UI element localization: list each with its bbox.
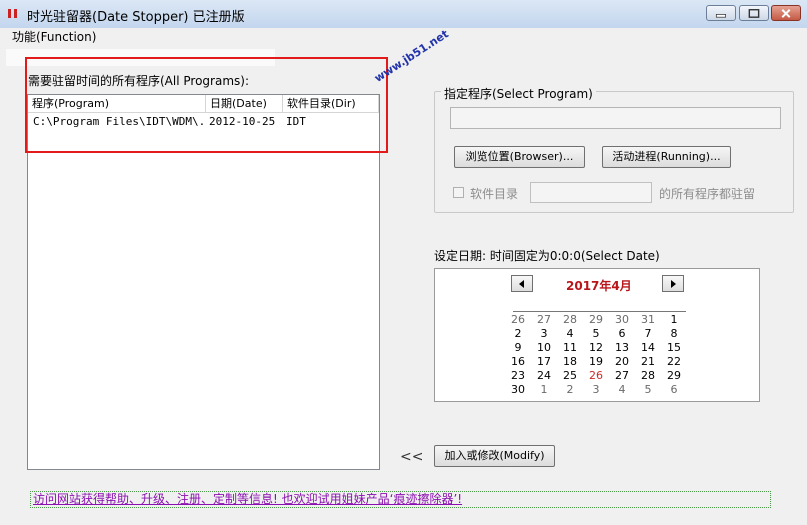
calendar-day[interactable]: 6 [612,327,632,341]
calendar-day[interactable]: 12 [586,341,606,355]
program-path-input[interactable] [450,107,781,129]
window-title: 时光驻留器(Date Stopper) 已注册版 [27,10,245,25]
calendar-day[interactable]: 15 [664,341,684,355]
calendar-day[interactable]: 27 [612,369,632,383]
calendar-day[interactable]: 5 [586,327,606,341]
modify-button[interactable]: 加入或修改(Modify) [434,445,555,467]
dir-checkbox-label: 软件目录 [470,187,519,201]
calendar-day[interactable]: 25 [560,369,580,383]
calendar-day[interactable]: 17 [534,355,554,369]
maximize-button[interactable] [739,5,769,21]
menu-bar: 功能(Function) [0,28,807,46]
browse-button[interactable]: 浏览位置(Browser)... [454,146,585,168]
maximize-icon [748,9,760,18]
select-program-legend: 指定程序(Select Program) [441,85,596,102]
next-month-button[interactable] [662,275,684,292]
calendar-day[interactable]: 10 [534,341,554,355]
calendar-day[interactable]: 23 [508,369,528,383]
calendar-day[interactable]: 28 [560,313,580,327]
dir-suffix-label: 的所有程序都驻留 [659,187,756,201]
calendar-day[interactable]: 27 [534,313,554,327]
calendar-day[interactable]: 2 [560,383,580,397]
calendar-day[interactable]: 6 [664,383,684,397]
calendar-day[interactable]: 19 [586,355,606,369]
menu-function[interactable]: 功能(Function) [12,28,96,45]
calendar-day[interactable]: 29 [664,369,684,383]
calendar-day[interactable]: 30 [612,313,632,327]
calendar-day[interactable]: 4 [560,327,580,341]
title-bar: 时光驻留器(Date Stopper) 已注册版 [0,0,807,29]
select-date-label: 设定日期: 时间固定为0:0:0(Select Date) [434,249,660,263]
calendar-day[interactable]: 21 [638,355,658,369]
calendar-day[interactable]: 3 [534,327,554,341]
close-button[interactable] [771,5,801,21]
calendar-day[interactable]: 13 [612,341,632,355]
calendar-day[interactable]: 16 [508,355,528,369]
calendar-day[interactable]: 1 [534,383,554,397]
calendar-divider [513,311,686,312]
calendar-month-title: 2017年4月 [566,279,632,293]
close-icon [781,9,791,18]
calendar-day[interactable]: 1 [664,313,684,327]
prev-month-button[interactable] [511,275,533,292]
calendar-day[interactable]: 26 [586,369,606,383]
minimize-icon [715,14,727,18]
calendar-day[interactable]: 24 [534,369,554,383]
back-arrow-button[interactable]: << [400,449,423,465]
calendar-day[interactable]: 8 [664,327,684,341]
calendar-day[interactable]: 31 [638,313,658,327]
dir-input[interactable] [530,182,652,203]
calendar-day[interactable]: 4 [612,383,632,397]
calendar-day[interactable]: 3 [586,383,606,397]
calendar-day[interactable]: 20 [612,355,632,369]
app-icon [6,8,20,20]
calendar-day[interactable]: 14 [638,341,658,355]
calendar-day[interactable]: 9 [508,341,528,355]
calendar-day[interactable]: 5 [638,383,658,397]
calendar-day[interactable]: 28 [638,369,658,383]
footer-link[interactable]: 访问网站获得帮助、升级、注册、定制等信息! 也欢迎试用姐妹产品‘痕迹擦除器’! [30,491,771,508]
chevron-right-icon [671,280,676,288]
running-process-button[interactable]: 活动进程(Running)... [602,146,731,168]
calendar-day[interactable]: 18 [560,355,580,369]
calendar-day[interactable]: 7 [638,327,658,341]
calendar-day[interactable]: 30 [508,383,528,397]
highlight-box [25,57,388,153]
calendar-day[interactable]: 26 [508,313,528,327]
minimize-button[interactable] [706,5,736,21]
chevron-left-icon [519,280,524,288]
calendar-day[interactable]: 29 [586,313,606,327]
calendar-day[interactable]: 22 [664,355,684,369]
calendar-day[interactable]: 11 [560,341,580,355]
dir-checkbox[interactable] [453,187,464,198]
calendar-day[interactable]: 2 [508,327,528,341]
